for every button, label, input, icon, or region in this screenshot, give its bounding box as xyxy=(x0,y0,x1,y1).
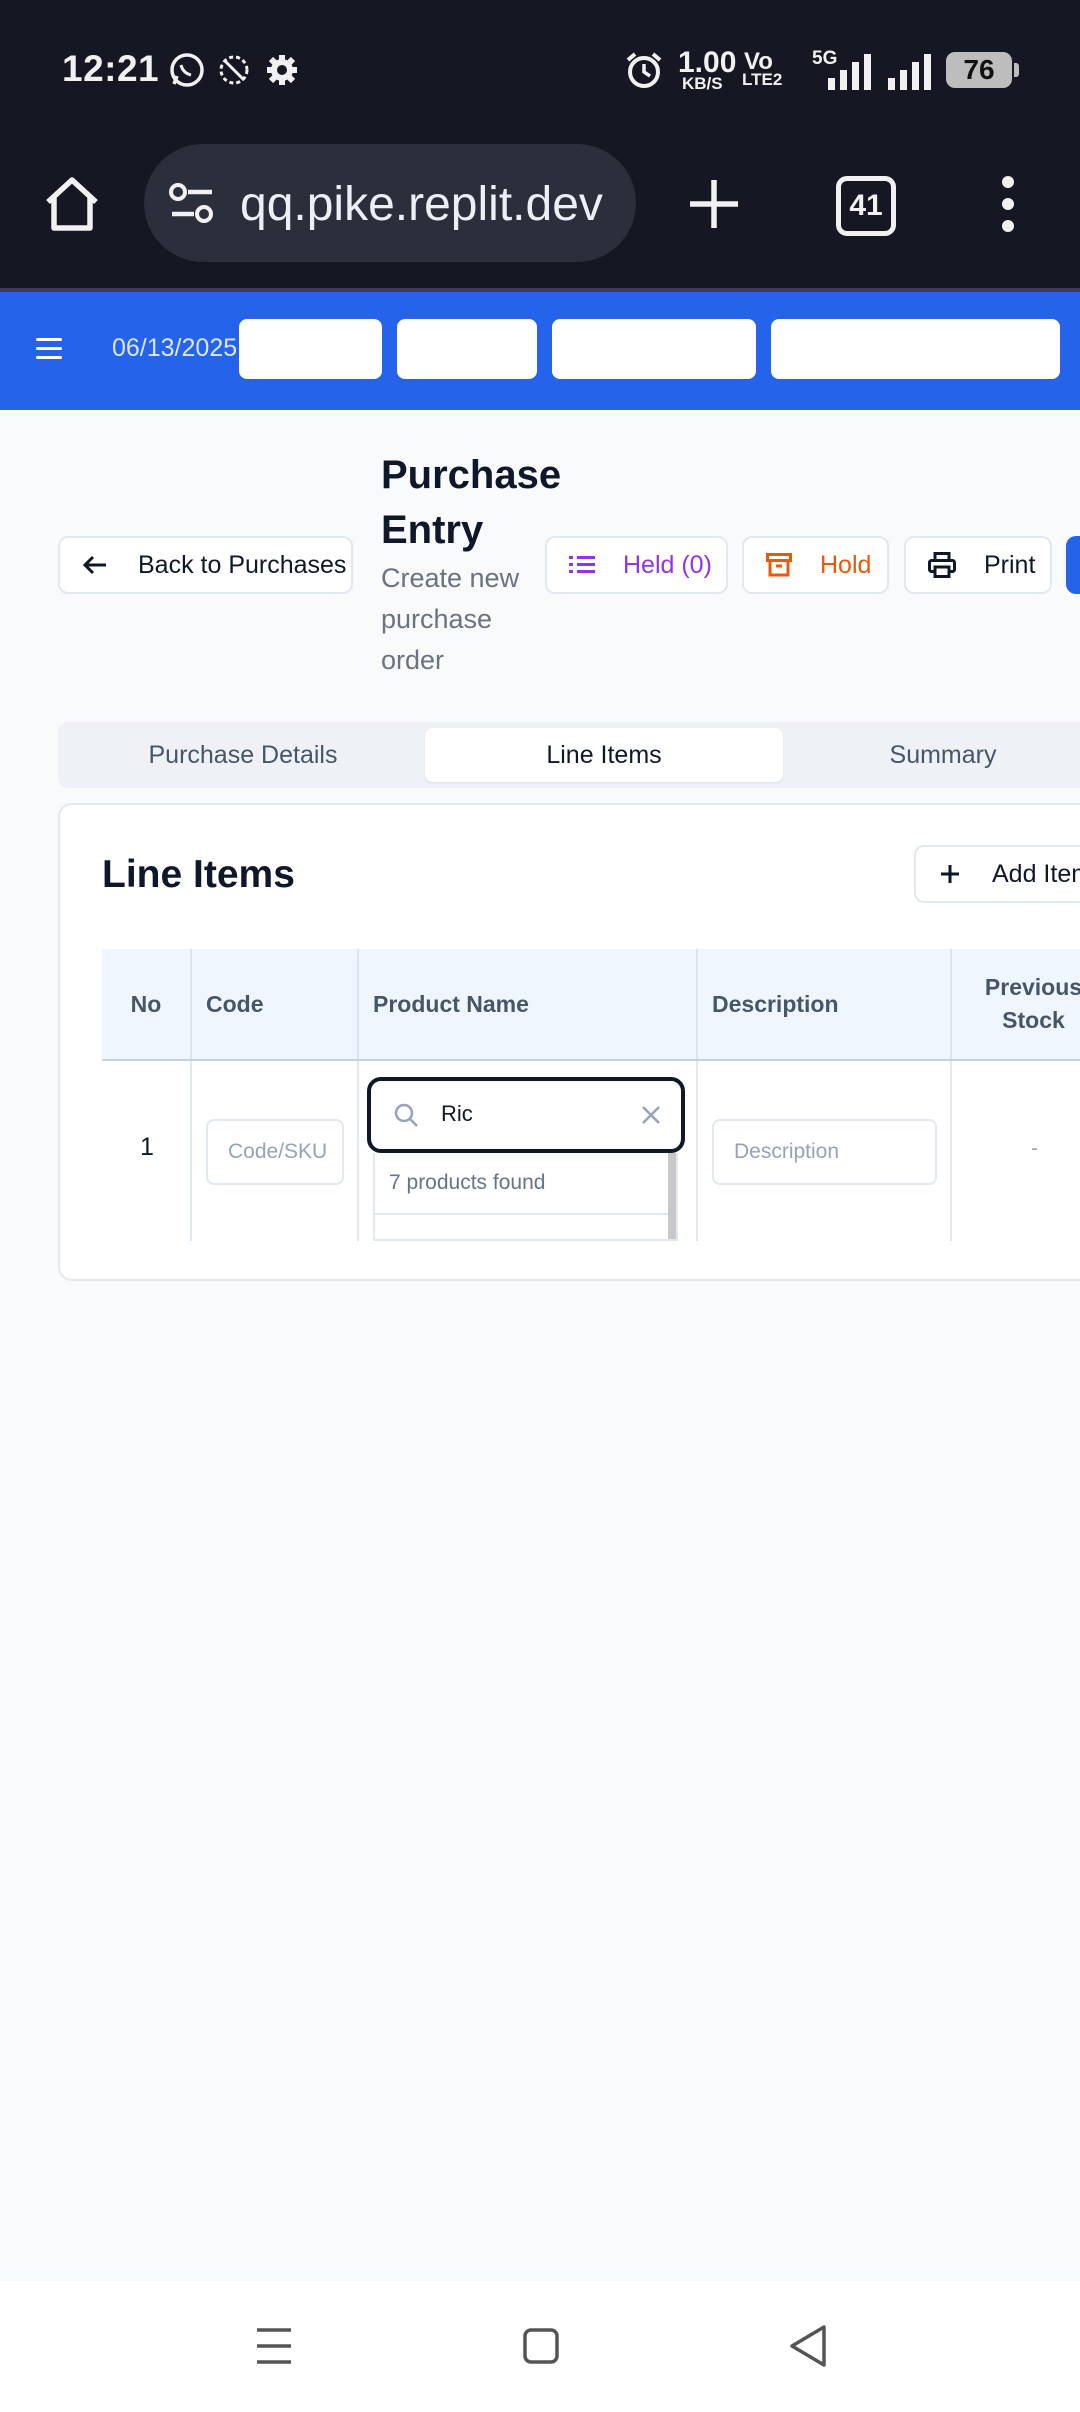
header-button-2[interactable] xyxy=(397,319,537,379)
overflow-menu-icon[interactable] xyxy=(996,176,1020,232)
app-header: 06/13/2025 xyxy=(0,292,1080,410)
browser-toolbar: qq.pike.replit.dev 41 xyxy=(0,140,1080,288)
back-nav-icon[interactable] xyxy=(788,2324,828,2368)
table-row: 1 Code/SKU Ric 7 products found Descript… xyxy=(102,1061,1080,1241)
address-bar[interactable]: qq.pike.replit.dev xyxy=(144,144,636,262)
description-cell: Description xyxy=(698,1061,952,1241)
entry-tabs: Purchase Details Line Items Summary xyxy=(58,722,1080,788)
back-to-purchases-label: Back to Purchases xyxy=(138,550,347,579)
home-nav-icon[interactable] xyxy=(522,2326,560,2366)
row-number: 1 xyxy=(140,1133,154,1161)
recent-apps-icon[interactable] xyxy=(255,2326,293,2366)
hamburger-icon[interactable] xyxy=(36,338,62,360)
products-found-count: 7 products found xyxy=(389,1171,546,1194)
status-time: 12:21 xyxy=(62,48,160,89)
line-items-card: Line Items Add Item No Code Product Name… xyxy=(58,803,1080,1281)
header-button-1[interactable] xyxy=(239,319,382,379)
system-navigation-bar xyxy=(0,2282,1080,2412)
add-item-label: Add Item xyxy=(992,859,1080,888)
volte-lte-indicator: LTE2 xyxy=(742,70,783,89)
tab-switcher-icon[interactable]: 41 xyxy=(836,176,896,236)
print-button[interactable]: Print xyxy=(904,536,1052,594)
dropdown-divider xyxy=(375,1213,672,1215)
page-subtitle: Create new purchase order xyxy=(381,563,520,675)
printer-icon xyxy=(928,552,956,578)
save-button-partial[interactable] xyxy=(1066,536,1080,594)
dropdown-first-option[interactable] xyxy=(389,1231,469,1239)
held-orders-label: Held (0) xyxy=(623,550,712,579)
list-icon xyxy=(569,556,595,573)
plus-icon xyxy=(941,865,959,883)
line-items-table: No Code Product Name Description Previou… xyxy=(102,949,1080,1241)
focus-mode-icon xyxy=(219,55,249,85)
signal-strength-sim2-icon xyxy=(888,54,931,90)
dropdown-scrollbar[interactable] xyxy=(668,1153,676,1239)
row-number-cell: 1 xyxy=(102,1061,192,1241)
line-items-title: Line Items xyxy=(102,853,295,896)
column-header-product-name: Product Name xyxy=(359,949,698,1059)
description-input[interactable]: Description xyxy=(712,1119,937,1185)
held-orders-button[interactable]: Held (0) xyxy=(545,536,728,594)
alarm-icon xyxy=(626,52,662,88)
whatsapp-icon xyxy=(170,53,204,87)
back-to-purchases-button[interactable]: Back to Purchases xyxy=(58,536,353,594)
battery-indicator: 76 xyxy=(946,52,1019,88)
column-header-code: Code xyxy=(192,949,359,1059)
header-date: 06/13/2025 xyxy=(112,334,238,362)
previous-stock-cell: - xyxy=(952,1061,1080,1241)
plus-icon[interactable] xyxy=(688,178,740,230)
table-header-row: No Code Product Name Description Previou… xyxy=(102,949,1080,1061)
column-header-description: Description xyxy=(698,949,952,1059)
home-icon[interactable] xyxy=(42,174,102,234)
previous-stock-value: - xyxy=(1031,1137,1038,1160)
site-settings-icon[interactable] xyxy=(168,182,216,226)
arrow-left-icon xyxy=(82,555,106,575)
tab-line-items[interactable]: Line Items xyxy=(425,728,783,782)
product-search-value: Ric xyxy=(441,1101,473,1126)
status-bar: 12:21 1.00 KB/S Vo LTE2 5G 76 xyxy=(0,0,1080,140)
header-button-4[interactable] xyxy=(771,319,1060,379)
clear-icon[interactable] xyxy=(641,1105,661,1125)
archive-icon xyxy=(766,553,792,577)
signal-strength-icon xyxy=(828,54,871,90)
product-suggestions-dropdown: 7 products found xyxy=(373,1153,678,1241)
hold-button[interactable]: Hold xyxy=(742,536,889,594)
print-label: Print xyxy=(984,550,1036,579)
hold-label: Hold xyxy=(820,550,872,579)
settings-gear-icon xyxy=(267,55,297,85)
add-item-button[interactable]: Add Item xyxy=(914,845,1080,903)
address-bar-url[interactable]: qq.pike.replit.dev xyxy=(240,177,603,232)
code-cell: Code/SKU xyxy=(192,1061,359,1241)
product-search-input[interactable]: Ric xyxy=(367,1077,685,1153)
header-button-3[interactable] xyxy=(552,319,756,379)
code-input[interactable]: Code/SKU xyxy=(206,1119,344,1185)
search-icon xyxy=(394,1103,418,1127)
net-speed-unit: KB/S xyxy=(682,74,723,93)
column-header-previous-stock: Previous Stock xyxy=(952,949,1080,1059)
column-header-no: No xyxy=(102,949,192,1059)
product-name-cell: Ric 7 products found xyxy=(359,1061,698,1241)
tab-summary[interactable]: Summary xyxy=(788,728,1080,782)
tab-purchase-details[interactable]: Purchase Details xyxy=(58,728,428,782)
